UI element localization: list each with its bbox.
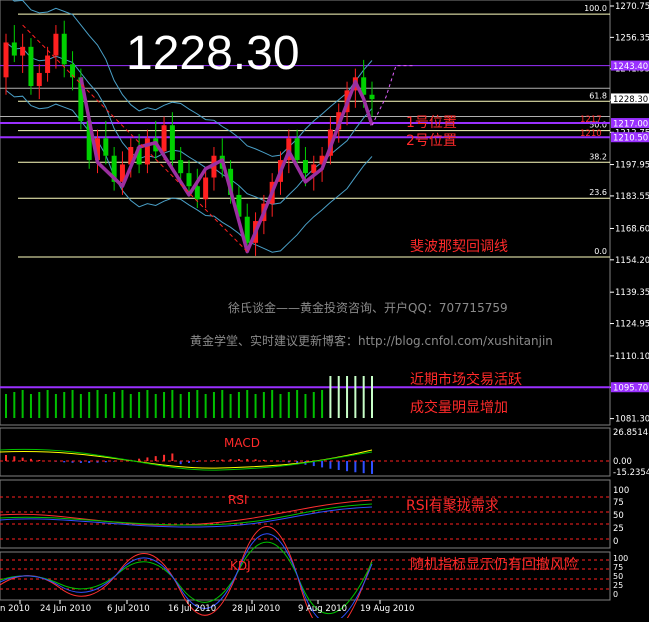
level-text-1: 1210 [580,129,602,139]
fib-label-3: 38.2 [589,152,607,161]
candle-body-19 [161,125,167,152]
candle-body-4 [36,72,42,87]
rsi-ytick-2: 50 [613,511,624,521]
rsi-annotation: RSI有聚拢需求 [406,498,499,514]
kdj-ytick-2: 50 [613,572,623,581]
kdj-title: KDJ [230,559,251,573]
volume-annotation-1: 近期市场交易活跃 [410,372,522,388]
xtick-label-0: n 2010 [0,604,30,614]
panel-frame-2 [0,479,611,549]
candle-body-21 [178,160,184,174]
kdj-d [0,541,373,615]
fib-label: 斐波那契回调线 [410,239,508,255]
ytick-label-11: 1110.10 [615,352,649,362]
fib-label-1: 61.8 [589,91,607,100]
ytick-label-9: 1139.35 [615,288,649,298]
rsi-ytick-4: 0 [613,537,618,547]
candle-body-44 [369,94,375,100]
rsi-title: RSI [228,493,248,507]
candle-body-12 [103,138,109,156]
position-1-label: 1号位置 [406,115,457,131]
kdj-annotation: 随机指标显示仍有回撤风险 [410,557,578,573]
panel-frame-1 [0,427,611,477]
candle-body-6 [53,33,59,56]
panel-frame-0 [0,0,611,426]
candle-body-36 [302,160,308,174]
candle-body-7 [61,33,67,65]
rsi-ytick-1: 75 [613,498,624,508]
price-tag-3: 1210.50 [613,134,648,144]
watermark-line-1: 徐氏谈金——黄金投资咨询、开户QQ：707715759 [228,301,508,315]
price-tag-1: 1228.30 [613,95,648,105]
price-tag-2: 1217.00 [613,120,648,130]
rsi-ytick-3: 25 [613,524,624,534]
kdj-ytick-4: 0 [613,590,618,599]
xtick-label-1: 24 Jun 2010 [40,604,91,614]
candle-body-3 [28,46,34,87]
xtick-label-2: 6 Jul 2010 [107,604,150,614]
kdj-ytick-1: 75 [613,563,623,572]
xtick-label-6: 19 Aug 2010 [360,604,414,614]
candle-body-22 [186,173,192,187]
watermark-line-2: 黄金学堂、实时建议更新博客：http://blog.cnfol.com/xush… [190,334,553,348]
ytick-label-10: 1124.95 [615,320,649,330]
macd-ytick-1: 0.00 [613,457,632,467]
ytick-label-6: 1183.55 [615,192,649,202]
price-tag-4: 1095.70 [613,384,648,394]
xtick-label-3: 16 Jul 2010 [168,604,216,614]
ytick-label-8: 1154.20 [615,256,649,266]
kdj-ytick-0: 100 [613,554,628,563]
ytick-label-13: 1081.30 [615,415,649,425]
candle-body-1 [11,42,17,56]
volume-annotation-2: 成交量明显增加 [410,400,508,416]
candle-body-0 [3,42,9,78]
macd-title: MACD [224,436,260,450]
candle-body-24 [203,177,209,200]
xtick-label-4: 28 Jul 2010 [232,604,280,614]
ytick-label-1: 1256.35 [615,33,649,43]
position-2-label: 2号位置 [406,133,457,149]
price-tag-0: 1243.40 [613,62,648,72]
candle-body-23 [194,186,200,200]
current-price-display: 1228.30 [126,27,300,80]
candle-body-35 [294,138,300,161]
macd-signal [0,449,373,469]
fib-label-4: 23.6 [589,188,607,197]
candle-body-2 [20,46,26,56]
chart-stage: 1270.751256.351241.951227.551212.751197.… [0,0,649,622]
level-text-0: 1217 [580,115,602,125]
ytick-label-7: 1168.60 [615,224,649,234]
xtick-label-5: 9 Aug 2010 [298,604,347,614]
ytick-label-0: 1270.75 [615,2,649,12]
fib-label-5: 0.0 [594,247,607,256]
kdj-ytick-3: 25 [613,581,623,590]
macd-ytick-0: 26.8514 [613,428,648,438]
candle-body-20 [169,125,175,161]
fib-label-0: 100.0 [584,4,607,13]
rsi-ytick-0: 100 [613,486,629,496]
candle-body-5 [45,55,51,73]
ytick-label-5: 1197.95 [615,161,649,171]
macd-ytick-2: -15.2354 [613,468,649,478]
